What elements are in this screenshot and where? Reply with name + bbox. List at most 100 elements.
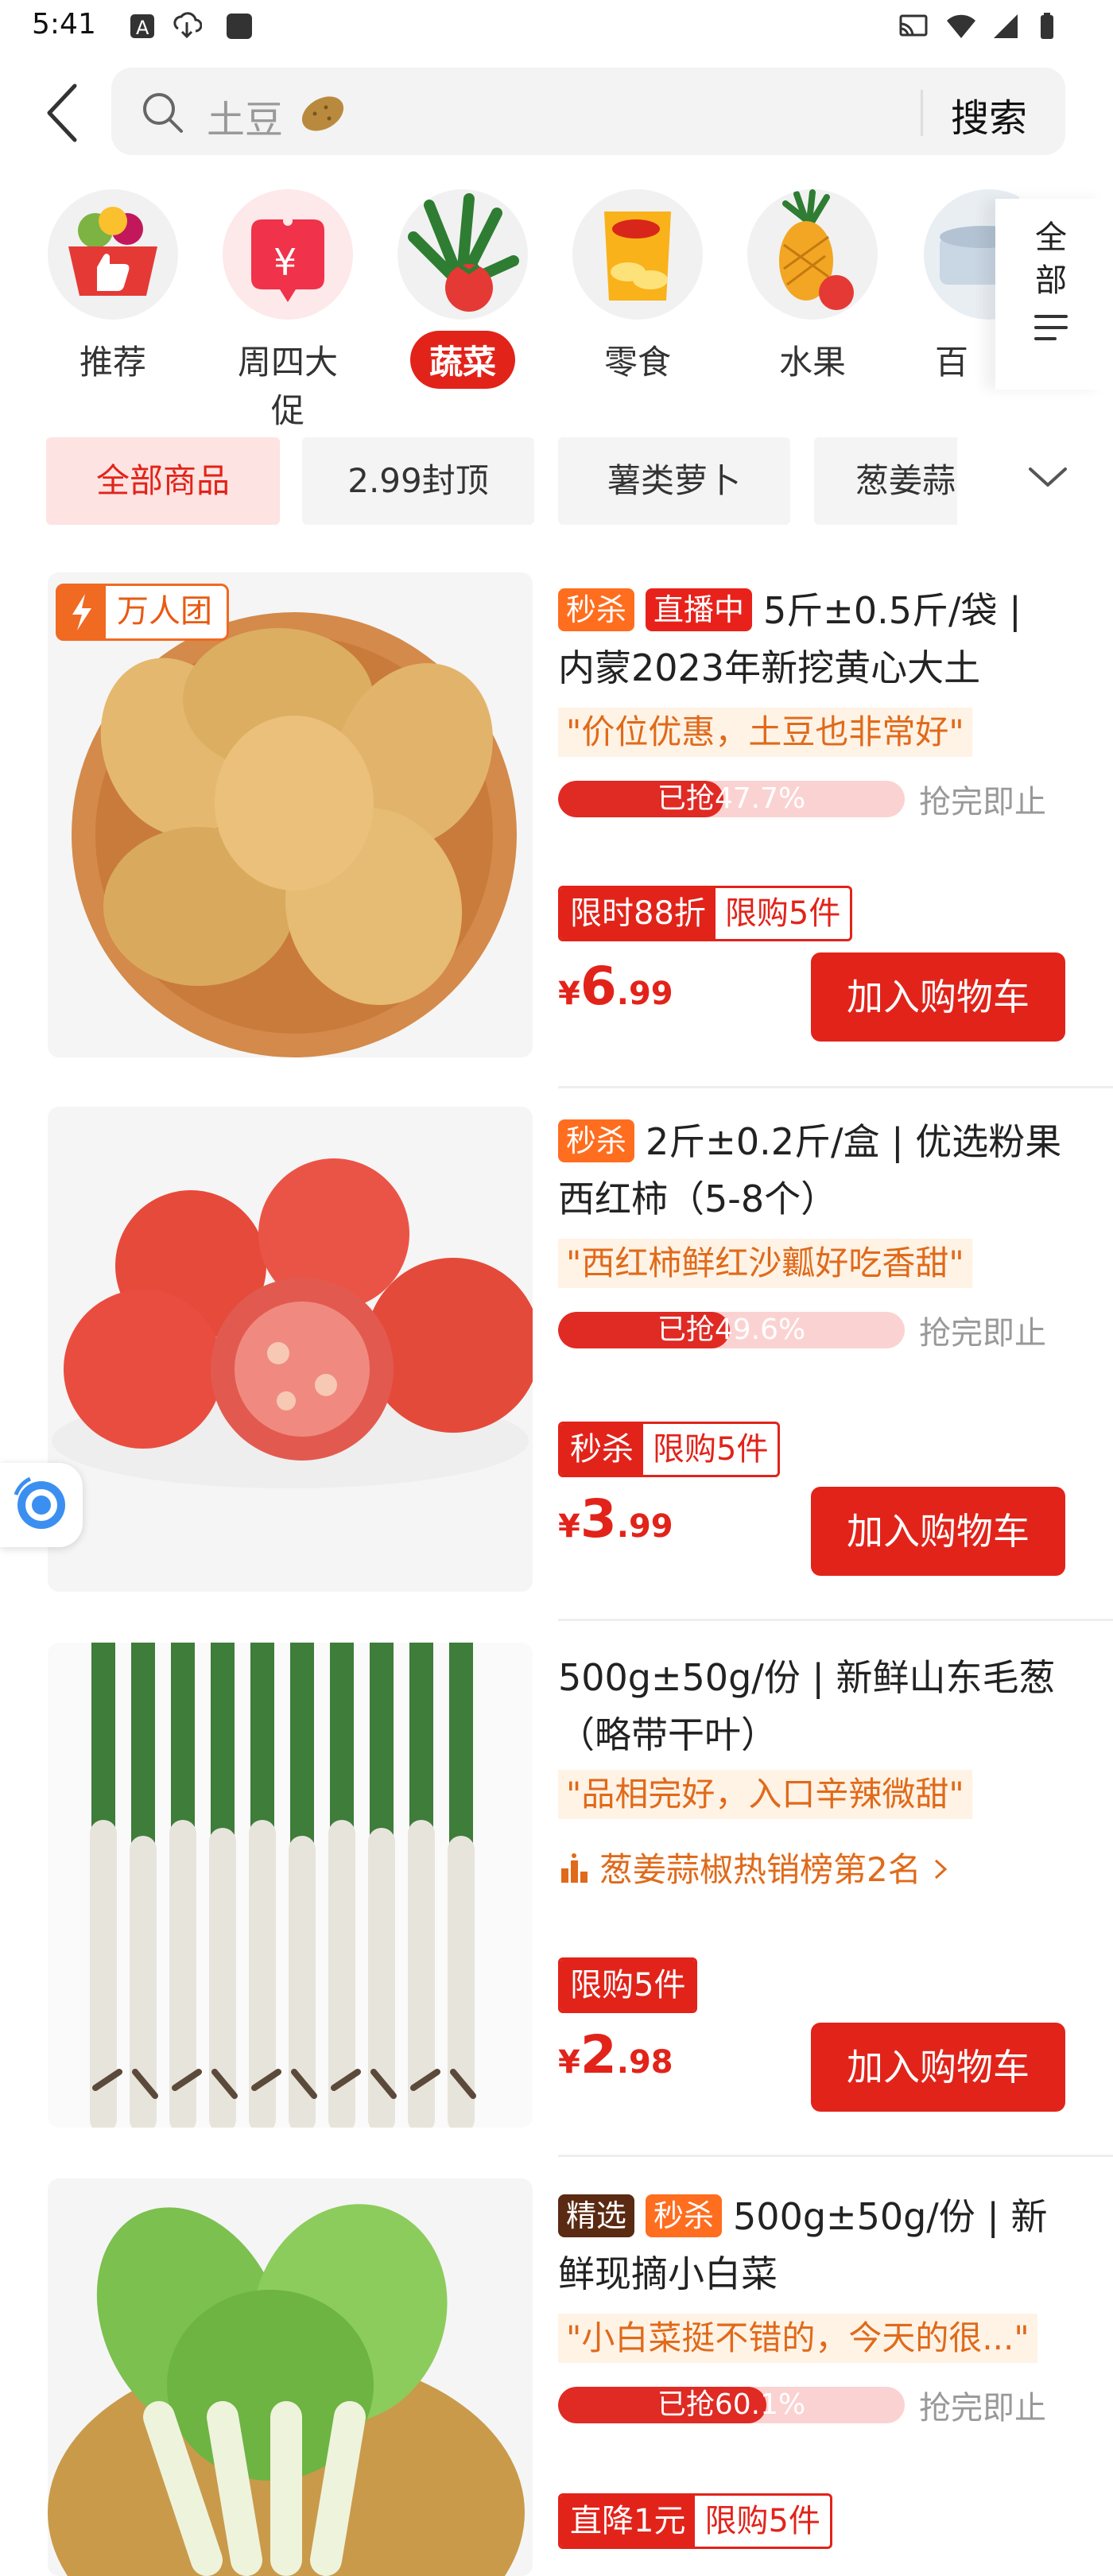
category-label: 零食 [603, 343, 671, 382]
assistant-icon [14, 1476, 65, 1529]
product-title[interactable]: 秒杀 直播中 5斤±0.5斤/袋 | 内蒙2023年新挖黄心大土 [558, 582, 1067, 696]
cast-icon [899, 14, 928, 37]
menu-lines-icon [1034, 315, 1068, 340]
category-recommend[interactable]: 推荐 [33, 189, 192, 396]
sold-out-note: 抢完即止 [919, 1315, 1046, 1352]
choice-tag: 精选 [558, 2194, 635, 2237]
wifi-icon [947, 14, 975, 38]
search-icon [143, 93, 183, 133]
product-price: ¥2.98 [558, 2024, 673, 2085]
product-image-potato[interactable]: 万人团 [48, 572, 533, 1057]
search-bar[interactable]: 土豆 搜索 [111, 68, 1065, 155]
search-input[interactable]: 土豆 [207, 88, 283, 144]
download-icon [173, 12, 202, 39]
product-price: ¥3.99 [558, 1488, 673, 1550]
divider [558, 1086, 1113, 1088]
filter-onion-ginger-garlic[interactable]: 葱姜蒜 [814, 437, 957, 525]
promo-limit: 限购5件 [653, 1431, 769, 1468]
promo-discount: 秒杀 [560, 1424, 643, 1475]
promo-limit: 限购5件 [704, 2503, 820, 2539]
category-label: 水果 [778, 343, 846, 382]
sold-progress: 已抢49.6% [558, 1312, 905, 1348]
category-thursday-sale-image: ¥ [223, 189, 353, 320]
filter-price-cap[interactable]: 2.99封顶 [302, 437, 534, 525]
sold-out-note: 抢完即止 [919, 784, 1046, 821]
category-snacks-image [572, 189, 703, 320]
ranking-link[interactable]: 葱姜蒜椒热销榜第2名 [558, 1843, 950, 1891]
seckill-tag: 秒杀 [646, 2194, 723, 2237]
font-app-icon: A [130, 14, 154, 39]
review-quote: "价位优惠，土豆也非常好" [558, 708, 972, 757]
signal-icon [994, 14, 1018, 38]
promo-limit: 限购5件 [724, 895, 841, 932]
product-image-scallion[interactable] [48, 1643, 533, 2128]
svg-text:¥: ¥ [273, 241, 297, 284]
product-title[interactable]: 500g±50g/份 | 新鲜山东毛葱（略带干叶） [558, 1649, 1067, 1763]
sold-progress-text: 已抢60.1% [657, 2388, 806, 2421]
add-to-cart-button[interactable]: 加入购物车 [811, 2023, 1065, 2112]
potato-emoji-icon [301, 96, 344, 131]
promo-discount: 直降1元 [560, 2496, 696, 2547]
promo-discount: 限时88折 [560, 888, 716, 939]
review-quote: "西红柿鲜红沙瓤好吃香甜" [558, 1239, 972, 1288]
search-divider [921, 90, 923, 136]
divider [558, 1619, 1113, 1621]
promo-limit: 限购5件 [560, 1960, 696, 2011]
product-image-bok-choy[interactable] [48, 2178, 533, 2576]
ranking-text: 葱姜蒜椒热销榜第2名 [599, 1850, 921, 1889]
battery-icon [1041, 13, 1053, 39]
product-price: ¥6.99 [558, 956, 673, 1017]
category-vegetables[interactable]: 蔬菜 [383, 189, 542, 396]
floating-assistant-button[interactable] [0, 1463, 83, 1547]
sold-progress-text: 已抢49.6% [657, 1313, 806, 1346]
product-card[interactable]: 秒杀 2斤±0.2斤/盒 | 优选粉果西红柿（5-8个） "西红柿鲜红沙瓤好吃香甜… [0, 1107, 1113, 1624]
product-title-text: 500g±50g/份 | 新鲜山东毛葱（略带干叶） [558, 1656, 1056, 1756]
sold-out-note: 抢完即止 [919, 2390, 1046, 2427]
filter-all-products[interactable]: 全部商品 [46, 437, 280, 525]
status-bar: 5:41 A [0, 0, 1113, 59]
review-quote: "品相完好，入口辛辣微甜" [558, 1770, 972, 1819]
category-fruit[interactable]: 水果 [733, 189, 892, 396]
product-card[interactable]: 500g±50g/份 | 新鲜山东毛葱（略带干叶） "品相完好，入口辛辣微甜" … [0, 1643, 1113, 2159]
sold-progress-text: 已抢47.7% [657, 782, 806, 815]
all-categories-button[interactable]: 全 部 [995, 199, 1107, 390]
all-categories-line2: 部 [1035, 262, 1067, 299]
group-buy-label: 万人团 [117, 593, 212, 630]
filter-tubers-radish[interactable]: 薯类萝卜 [558, 437, 790, 525]
back-icon[interactable] [41, 80, 89, 146]
sold-progress: 已抢47.7% [558, 781, 905, 817]
category-recommend-image [48, 189, 178, 320]
product-title[interactable]: 精选 秒杀 500g±50g/份 | 新鲜现摘小白菜 [558, 2188, 1067, 2302]
search-button[interactable]: 搜索 [951, 87, 1027, 142]
category-label: 推荐 [79, 343, 146, 382]
promo-tag: 限时88折 限购5件 [558, 886, 853, 941]
category-label: 蔬菜 [409, 331, 515, 389]
promo-tag: 秒杀 限购5件 [558, 1422, 781, 1477]
product-card[interactable]: 万人团 秒杀 直播中 5斤±0.5斤/袋 | 内蒙2023年新挖黄心大土 "价位优惠… [0, 572, 1113, 1089]
category-vegetables-image [398, 189, 528, 320]
all-categories-line1: 全 [1035, 219, 1067, 256]
product-title[interactable]: 秒杀 2斤±0.2斤/盒 | 优选粉果西红柿（5-8个） [558, 1113, 1067, 1228]
add-to-cart-button[interactable]: 加入购物车 [811, 952, 1065, 1042]
status-time: 5:41 [32, 8, 96, 41]
group-buy-badge: 万人团 [56, 584, 229, 641]
ranking-icon [561, 1853, 588, 1883]
app-square-icon [227, 14, 252, 39]
seckill-tag: 秒杀 [558, 588, 635, 631]
seckill-tag: 秒杀 [558, 1119, 635, 1162]
svg-text:A: A [136, 17, 149, 39]
category-label: 周四大促 [237, 343, 338, 430]
category-label: 百 [934, 343, 968, 382]
promo-tag: 直降1元 限购5件 [558, 2493, 832, 2549]
chevron-down-icon[interactable] [1026, 461, 1070, 493]
add-to-cart-button[interactable]: 加入购物车 [811, 1487, 1065, 1576]
review-quote: "小白菜挺不错的，今天的很..." [558, 2314, 1037, 2363]
category-snacks[interactable]: 零食 [558, 189, 717, 396]
live-tag: 直播中 [646, 588, 753, 631]
lightning-icon [58, 586, 106, 638]
product-image-tomato[interactable] [48, 1107, 533, 1592]
sold-progress: 已抢60.1% [558, 2387, 905, 2423]
category-thursday-sale[interactable]: ¥ 周四大促 [208, 189, 367, 430]
divider [558, 2155, 1113, 2157]
product-card[interactable]: 精选 秒杀 500g±50g/份 | 新鲜现摘小白菜 "小白菜挺不错的，今天的很..… [0, 2178, 1113, 2576]
